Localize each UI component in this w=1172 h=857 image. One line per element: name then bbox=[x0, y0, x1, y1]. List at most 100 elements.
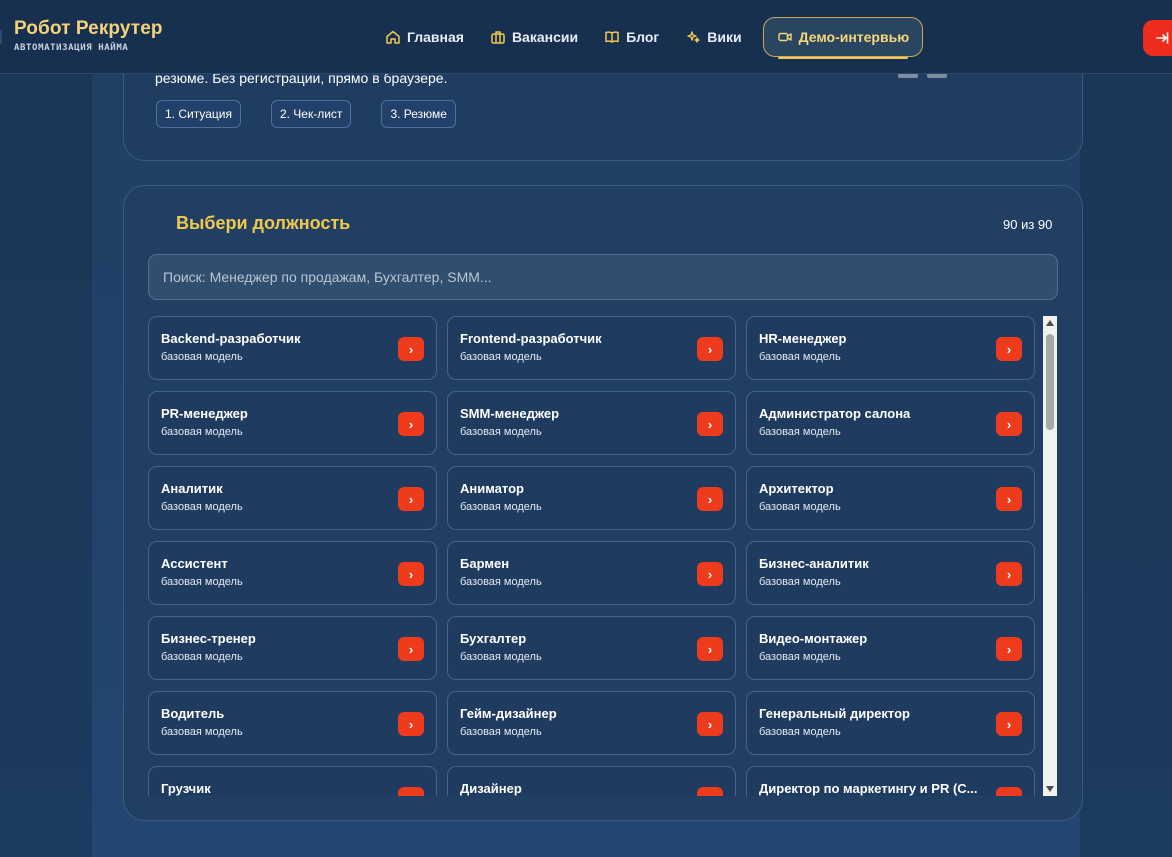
job-card[interactable]: Backend-разработчик базовая модель › bbox=[148, 316, 437, 380]
nav-item-blog[interactable]: Блог bbox=[591, 17, 672, 57]
job-card[interactable]: Водитель базовая модель › bbox=[148, 691, 437, 755]
scroll-down-arrow-icon[interactable] bbox=[1046, 786, 1054, 792]
job-card[interactable]: Гейм-дизайнер базовая модель › bbox=[447, 691, 736, 755]
job-card[interactable]: Бизнес-тренер базовая модель › bbox=[148, 616, 437, 680]
chevron-right-icon[interactable]: › bbox=[398, 337, 424, 361]
page-background-right bbox=[1080, 0, 1172, 857]
nav-item-demo-interview[interactable]: Демо-интервью bbox=[762, 17, 924, 59]
job-card[interactable]: Архитектор базовая модель › bbox=[746, 466, 1035, 530]
scrollbar[interactable] bbox=[1043, 316, 1057, 796]
chevron-right-icon[interactable]: › bbox=[398, 712, 424, 736]
login-arrow-icon bbox=[1156, 32, 1169, 44]
section-title: Выбери должность bbox=[176, 213, 351, 233]
job-title: Дизайнер bbox=[460, 781, 522, 796]
nav-item-vacancies[interactable]: Вакансии bbox=[477, 17, 591, 57]
job-card[interactable]: HR-менеджер базовая модель › bbox=[746, 316, 1035, 380]
job-card[interactable]: SMM-менеджер базовая модель › bbox=[447, 391, 736, 455]
job-card[interactable]: Администратор салона базовая модель › bbox=[746, 391, 1035, 455]
chevron-right-icon[interactable]: › bbox=[697, 337, 723, 361]
job-card[interactable]: Ассистент базовая модель › bbox=[148, 541, 437, 605]
jobs-scroll-area[interactable]: Backend-разработчик базовая модель › Fronte… bbox=[148, 316, 1038, 796]
job-title: Администратор салона bbox=[759, 406, 911, 421]
chevron-right-icon[interactable]: › bbox=[697, 412, 723, 436]
chevron-right-icon[interactable]: › bbox=[697, 712, 723, 736]
job-title: Водитель bbox=[161, 706, 225, 721]
job-model: базовая модель bbox=[460, 651, 542, 663]
chevron-right-icon[interactable]: › bbox=[996, 337, 1022, 361]
job-title: HR-менеджер bbox=[759, 331, 847, 346]
chevron-right-icon[interactable]: › bbox=[996, 487, 1022, 511]
chevron-right-icon[interactable]: › bbox=[996, 637, 1022, 661]
job-title: Бизнес-тренер bbox=[161, 631, 256, 646]
chevron-right-icon[interactable]: › bbox=[996, 412, 1022, 436]
chevron-right-icon[interactable]: › bbox=[398, 412, 424, 436]
scroll-up-arrow-icon[interactable] bbox=[1046, 320, 1054, 326]
job-card[interactable]: Аналитик базовая модель › bbox=[148, 466, 437, 530]
job-card[interactable]: Директор по маркетингу и PR (C...базовая… bbox=[746, 766, 1035, 796]
step-badge: 2. Чек-лист bbox=[270, 100, 352, 128]
job-model: базовая модель bbox=[759, 426, 841, 438]
brand-subtitle: АВТОМАТИЗАЦИЯ НАЙМА bbox=[14, 43, 129, 53]
top-header: Робот Рекрутер АВТОМАТИЗАЦИЯ НАЙМА Главн… bbox=[0, 0, 1172, 74]
scroll-thumb[interactable] bbox=[1046, 334, 1054, 430]
job-card[interactable]: Аниматор базовая модель › bbox=[447, 466, 736, 530]
job-model: базовая модель bbox=[460, 726, 542, 738]
job-title: Аниматор bbox=[460, 481, 524, 496]
book-icon bbox=[605, 31, 619, 43]
brand-title: Робот Рекрутер bbox=[14, 18, 163, 39]
main-nav: Главная Вакансии Блог Вики Демо-интервью bbox=[372, 17, 924, 59]
job-title: Бухгалтер bbox=[460, 631, 527, 646]
job-model: базовая модель bbox=[759, 726, 841, 738]
nav-label: Вики bbox=[707, 29, 742, 45]
job-card[interactable]: Дизайнербазовая модель› bbox=[447, 766, 736, 796]
job-card[interactable]: Frontend-разработчик базовая модель › bbox=[447, 316, 736, 380]
nav-item-home[interactable]: Главная bbox=[372, 17, 477, 57]
job-card[interactable]: Грузчикбазовая модель› bbox=[148, 766, 437, 796]
job-title: Аналитик bbox=[161, 481, 223, 496]
job-title: SMM-менеджер bbox=[460, 406, 560, 421]
chevron-right-icon[interactable]: › bbox=[697, 487, 723, 511]
search-input[interactable]: Поиск: Менеджер по продажам, Бухгалтер, … bbox=[148, 254, 1058, 300]
job-model: базовая модель bbox=[161, 726, 243, 738]
job-model: базовая модель bbox=[759, 351, 841, 363]
nav-item-wiki[interactable]: Вики bbox=[672, 17, 754, 57]
job-model: базовая модель bbox=[161, 651, 243, 663]
job-card[interactable]: Бизнес-аналитик базовая модель › bbox=[746, 541, 1035, 605]
job-card[interactable]: Генеральный директор базовая модель › bbox=[746, 691, 1035, 755]
job-title: Backend-разработчик bbox=[161, 331, 301, 346]
briefcase-icon bbox=[491, 31, 505, 44]
job-title: Грузчик bbox=[161, 781, 211, 796]
job-title: Видео-монтажер bbox=[759, 631, 868, 646]
chevron-right-icon[interactable]: › bbox=[697, 562, 723, 586]
chevron-right-icon[interactable]: › bbox=[398, 562, 424, 586]
job-card[interactable]: Бармен базовая модель › bbox=[447, 541, 736, 605]
chevron-right-icon[interactable]: › bbox=[996, 712, 1022, 736]
chevron-right-icon[interactable]: › bbox=[996, 562, 1022, 586]
home-icon bbox=[386, 30, 400, 44]
job-model: базовая модель bbox=[759, 576, 841, 588]
job-title: PR-менеджер bbox=[161, 406, 248, 421]
job-title: Ассистент bbox=[161, 556, 228, 571]
chevron-right-icon[interactable]: › bbox=[697, 787, 723, 796]
chevron-right-icon[interactable]: › bbox=[398, 787, 424, 796]
step-badge: 3. Резюме bbox=[381, 100, 456, 128]
chevron-right-icon[interactable]: › bbox=[398, 637, 424, 661]
chevron-right-icon[interactable]: › bbox=[697, 637, 723, 661]
job-card[interactable]: PR-менеджер базовая модель › bbox=[148, 391, 437, 455]
job-card[interactable]: Бухгалтер базовая модель › bbox=[447, 616, 736, 680]
job-card[interactable]: Видео-монтажер базовая модель › bbox=[746, 616, 1035, 680]
login-button[interactable] bbox=[1143, 20, 1172, 56]
nav-label: Демо-интервью bbox=[798, 29, 910, 45]
page-background-left bbox=[0, 0, 92, 857]
sparkles-icon bbox=[687, 31, 700, 43]
steps-list: 1. Ситуация 2. Чек-лист 3. Резюме bbox=[156, 100, 456, 128]
nav-label: Главная bbox=[407, 29, 464, 45]
chevron-right-icon[interactable]: › bbox=[996, 787, 1022, 796]
brand[interactable]: Робот Рекрутер АВТОМАТИЗАЦИЯ НАЙМА bbox=[14, 18, 163, 53]
job-model: базовая модель bbox=[759, 501, 841, 513]
chevron-right-icon[interactable]: › bbox=[398, 487, 424, 511]
result-count: 90 из 90 bbox=[1003, 217, 1053, 232]
job-model: базовая модель bbox=[161, 426, 243, 438]
job-title: Архитектор bbox=[759, 481, 834, 496]
job-title: Гейм-дизайнер bbox=[460, 706, 557, 721]
